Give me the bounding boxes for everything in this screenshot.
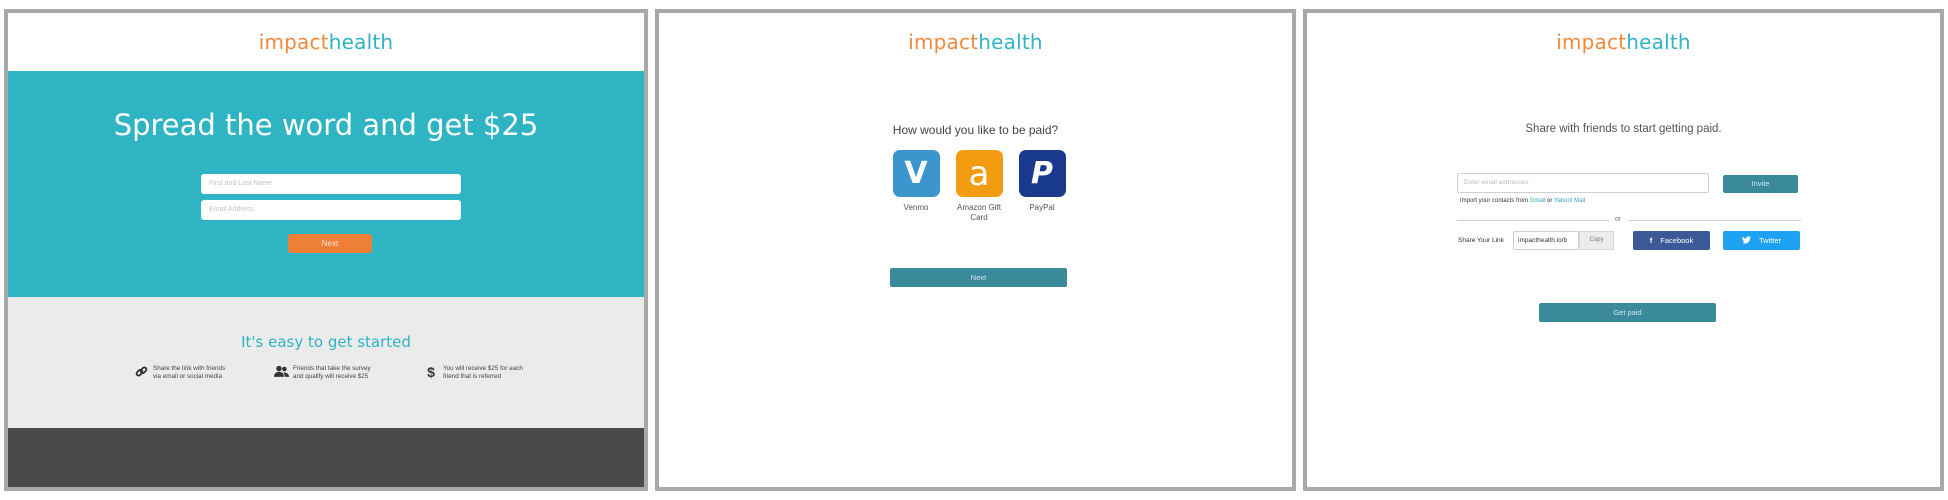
users-icon	[274, 365, 289, 379]
payment-option-venmo[interactable]: V Venmo	[886, 150, 946, 213]
header: impacthealth	[8, 13, 644, 71]
step-item: Share the link with friends via email or…	[134, 365, 225, 380]
logo[interactable]: impacthealth	[8, 30, 644, 54]
facebook-button[interactable]: f Facebook	[1633, 231, 1710, 250]
venmo-icon: V	[892, 150, 940, 197]
invite-button[interactable]: Invite	[1723, 175, 1798, 193]
referral-signup-screen: impacthealth Spread the word and get $25…	[4, 9, 648, 491]
footer	[8, 428, 644, 487]
step-text: You will receive $25 for each friend tha…	[443, 365, 523, 380]
link-icon	[134, 365, 148, 379]
import-contacts-text: Import your contacts from Gmail or Yahoo…	[1460, 198, 1586, 204]
step-item: Friends that take the survey and qualify…	[274, 365, 371, 380]
copy-button[interactable]: Copy	[1579, 231, 1614, 250]
payment-method-screen: impacthealth How would you like to be pa…	[655, 9, 1296, 491]
steps-title: It's easy to get started	[241, 333, 411, 351]
divider	[1629, 220, 1801, 221]
next-button[interactable]: Next	[288, 234, 372, 253]
yahoo-mail-link[interactable]: Yahoo! Mail	[1554, 198, 1585, 204]
payment-option-amazon[interactable]: a Amazon Gift Card	[949, 150, 1009, 223]
share-heading: Share with friends to start getting paid…	[1525, 123, 1722, 135]
amazon-icon: a	[955, 150, 1003, 197]
option-label: PayPal	[1029, 203, 1055, 212]
get-paid-button[interactable]: Get paid	[1539, 303, 1716, 322]
share-screen: impacthealth Share with friends to start…	[1303, 9, 1944, 491]
step-text: Share the link with friends via email or…	[153, 365, 226, 380]
share-link-label: Share Your Link	[1458, 237, 1504, 244]
divider	[1457, 220, 1609, 221]
dollar-icon: $	[427, 364, 435, 380]
email-addresses-input[interactable]: Enter email addresses	[1457, 173, 1709, 193]
step-item: $ You will receive $25 for each friend t…	[424, 365, 523, 380]
share-link-field[interactable]: impacthealth.io/b	[1513, 231, 1579, 250]
next-button[interactable]: Next	[890, 268, 1067, 287]
option-label: Amazon Gift Card	[956, 203, 1001, 222]
how-it-works-section: It's easy to get started Share the link …	[8, 297, 644, 428]
name-input[interactable]: First and Last Name	[201, 174, 461, 194]
hero-headline: Spread the word and get $25	[113, 108, 539, 142]
payment-option-paypal[interactable]: P PayPal	[1012, 150, 1072, 213]
paypal-icon: P	[1018, 150, 1066, 197]
step-text: Friends that take the survey and qualify…	[293, 365, 371, 380]
or-label: or	[1615, 216, 1622, 223]
logo[interactable]: impacthealth	[659, 30, 1292, 54]
twitter-icon	[1741, 235, 1751, 246]
gmail-link[interactable]: Gmail	[1530, 198, 1546, 204]
payment-question: How would you like to be paid?	[892, 123, 1059, 137]
hero-section: Spread the word and get $25 First and La…	[8, 71, 644, 297]
facebook-icon: f	[1649, 236, 1653, 245]
twitter-button[interactable]: Twitter	[1723, 231, 1800, 250]
logo[interactable]: impacthealth	[1307, 30, 1940, 54]
email-input[interactable]: Email Address	[201, 200, 461, 220]
option-label: Venmo	[903, 203, 929, 212]
